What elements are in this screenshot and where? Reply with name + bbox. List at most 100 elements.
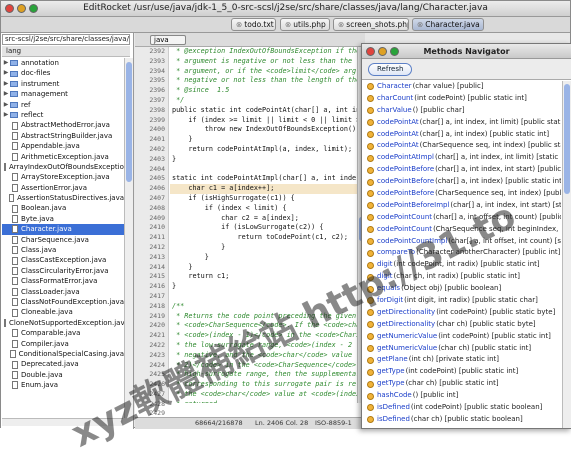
code-line[interactable]: } — [170, 263, 357, 273]
method-item[interactable]: codePointAt (CharSequence seq, int index)… — [362, 140, 561, 152]
method-item[interactable]: compareTo (Character anotherCharacter) [p… — [362, 247, 561, 259]
code-line[interactable]: } — [170, 282, 357, 292]
code-line[interactable]: if (isLowSurrogate(c2)) { — [170, 223, 357, 233]
code-line[interactable]: * high-surrogate range, then the supplem… — [170, 370, 357, 380]
method-item[interactable]: codePointCount (CharSequence seq, int beg… — [362, 224, 561, 236]
method-item[interactable]: codePointBeforeImpl (char[] a, int index,… — [362, 200, 561, 212]
method-item[interactable]: codePointBefore (char[] a, int index, int… — [362, 164, 561, 176]
navigator-scrollbar[interactable] — [562, 81, 571, 428]
tree-file-row[interactable]: Comparable.java — [2, 328, 124, 338]
tree-file-row[interactable]: Boolean.java — [2, 203, 124, 213]
path-field[interactable]: src-scsl/j2se/src/share/classes/java/lan… — [2, 34, 130, 45]
method-item[interactable]: codePointAtImpl (char[] a, int index, int… — [362, 152, 561, 164]
tree-file-row[interactable]: Deprecated.java — [2, 359, 124, 369]
tree-file-row[interactable]: ClassCastException.java — [2, 255, 124, 265]
tree-folder-row[interactable]: ▶ management — [2, 89, 124, 99]
method-item[interactable]: Character (char value) [public] — [362, 81, 561, 93]
file-tab[interactable]: ⊗ screen_shots.php — [333, 18, 409, 31]
tree-file-row[interactable]: CharSequence.java — [2, 235, 124, 245]
method-item[interactable]: codePointBefore (char[] a, int index) [pu… — [362, 176, 561, 188]
minimize-navigator-button[interactable] — [378, 47, 387, 56]
code-line[interactable]: if (index >= limit || limit < 0 || limit… — [170, 116, 357, 126]
sidebar-scroll-thumb[interactable] — [126, 62, 132, 182]
tree-file-row[interactable]: ClassNotFoundException.java — [2, 297, 124, 307]
code-line[interactable]: return c1; — [170, 272, 357, 282]
code-line[interactable]: if (isHighSurrogate(c1)) { — [170, 194, 357, 204]
code-line[interactable]: } — [170, 253, 357, 263]
method-item[interactable]: hashCode() [public int] — [362, 390, 561, 402]
tree-file-row[interactable]: AssertionStatusDirectives.java — [2, 193, 124, 203]
method-item[interactable]: digit (int codePoint, int radix) [public … — [362, 259, 561, 271]
code-line[interactable]: static int codePointAtImpl(char[] a, int… — [170, 174, 357, 184]
tree-file-row[interactable]: CloneNotSupportedException.java — [2, 318, 124, 328]
method-item[interactable]: isDefined (int codePoint) [public static … — [362, 402, 561, 414]
tree-file-row[interactable]: AssertionError.java — [2, 183, 124, 193]
code-line[interactable]: if (index < limit) { — [170, 204, 357, 214]
code-line[interactable]: } — [170, 155, 357, 165]
tree-file-row[interactable]: ArrayIndexOutOfBoundsException.java — [2, 162, 124, 172]
code-line[interactable]: * @exception IndexOutOfBoundsException i… — [170, 47, 357, 57]
method-item[interactable]: getPlane (int ch) [private static int] — [362, 354, 561, 366]
method-item[interactable]: getNumericValue (int codePoint) [public s… — [362, 331, 561, 343]
tree-file-row[interactable]: ConditionalSpecialCasing.java — [2, 349, 124, 359]
method-item[interactable]: charValue() [public char] — [362, 105, 561, 117]
tree-file-row[interactable]: Double.java — [2, 370, 124, 380]
method-item[interactable]: codePointCount (char[] a, int offset, int… — [362, 212, 561, 224]
code-line[interactable]: * the low-surrogate range, <code>(index … — [170, 341, 357, 351]
tree-folder-row[interactable]: ▶ ref — [2, 100, 124, 110]
tree-file-row[interactable]: Cloneable.java — [2, 307, 124, 317]
code-line[interactable]: char c1 = a[index++]; — [170, 184, 357, 194]
tree-folder-row[interactable]: ▶ instrument — [2, 79, 124, 89]
code-line[interactable]: * <code>CharSequence</code>. If the <cod… — [170, 321, 357, 331]
method-item[interactable]: getDirectionality (int codePoint) [public… — [362, 307, 561, 319]
method-item[interactable]: getType (char ch) [public static int] — [362, 378, 561, 390]
method-item[interactable]: equals (Object obj) [public boolean] — [362, 283, 561, 295]
method-item[interactable]: codePointAt (char[] a, int index, int lim… — [362, 117, 561, 129]
code-line[interactable]: throw new IndexOutOfBoundsException(); — [170, 125, 357, 135]
tree-file-row[interactable]: Class.java — [2, 245, 124, 255]
navigator-scroll-thumb[interactable] — [564, 84, 570, 194]
minimize-window-button[interactable] — [17, 4, 26, 13]
language-select[interactable]: java — [150, 35, 186, 45]
method-item[interactable]: getDirectionality (char ch) [public stati… — [362, 319, 561, 331]
tree-folder-row[interactable]: ▶ annotation — [2, 58, 124, 68]
tree-file-row[interactable]: Compiler.java — [2, 339, 124, 349]
code-line[interactable]: * corresponding to this surrogate pair i… — [170, 380, 357, 390]
tree-file-row[interactable]: Appendable.java — [2, 141, 124, 151]
disclosure-triangle-icon[interactable]: ▶ — [2, 110, 10, 120]
code-line[interactable]: * <code>(index - 1)</code> in the <code>… — [170, 331, 357, 341]
code-line[interactable]: /** — [170, 302, 357, 312]
tree-folder-row[interactable]: ▶ doc-files — [2, 68, 124, 78]
disclosure-triangle-icon[interactable]: ▶ — [2, 58, 10, 68]
tree-header[interactable]: lang — [2, 46, 130, 57]
code-line[interactable]: return toCodePoint(c1, c2); — [170, 233, 357, 243]
code-line[interactable]: * argument, or if the <code>limit</code>… — [170, 67, 357, 77]
tree-file-row[interactable]: ClassFormatError.java — [2, 276, 124, 286]
tree-folder-row[interactable]: ▶ reflect — [2, 110, 124, 120]
file-tab-active[interactable]: ⊗ Character.java — [412, 18, 484, 31]
method-item[interactable]: isDefined (char ch) [public static boolea… — [362, 414, 561, 426]
close-navigator-button[interactable] — [366, 47, 375, 56]
zoom-window-button[interactable] — [29, 4, 38, 13]
code-line[interactable]: */ — [170, 96, 357, 106]
close-tab-icon[interactable]: ⊗ — [338, 20, 344, 29]
disclosure-triangle-icon[interactable]: ▶ — [2, 100, 10, 110]
code-line[interactable]: return codePointAtImpl(a, index, limit); — [170, 145, 357, 155]
close-tab-icon[interactable]: ⊗ — [417, 20, 423, 29]
close-tab-icon[interactable]: ⊗ — [236, 20, 242, 29]
tree-file-row[interactable]: Character.java — [2, 224, 124, 235]
disclosure-triangle-icon[interactable]: ▶ — [2, 68, 10, 78]
sidebar-scrollbar[interactable] — [124, 58, 133, 418]
refresh-button[interactable]: Refresh — [368, 63, 413, 76]
code-line[interactable] — [170, 165, 357, 175]
tree-file-row[interactable]: AbstractMethodError.java — [2, 120, 124, 130]
method-item[interactable]: charCount (int codePoint) [public static … — [362, 93, 561, 105]
close-window-button[interactable] — [5, 4, 14, 13]
code-line[interactable]: * negative, and the <code>char</code> va… — [170, 351, 357, 361]
code-area[interactable]: * @exception IndexOutOfBoundsException i… — [170, 47, 357, 403]
method-item[interactable]: codePointAt (char[] a, int index) [public… — [362, 129, 561, 141]
file-tab[interactable]: ⊗ utils.php — [280, 18, 330, 31]
method-item[interactable]: codePointBefore (CharSequence seq, int in… — [362, 188, 561, 200]
code-line[interactable]: * negative or not less than the length o… — [170, 76, 357, 86]
code-line[interactable]: * @since 1.5 — [170, 86, 357, 96]
